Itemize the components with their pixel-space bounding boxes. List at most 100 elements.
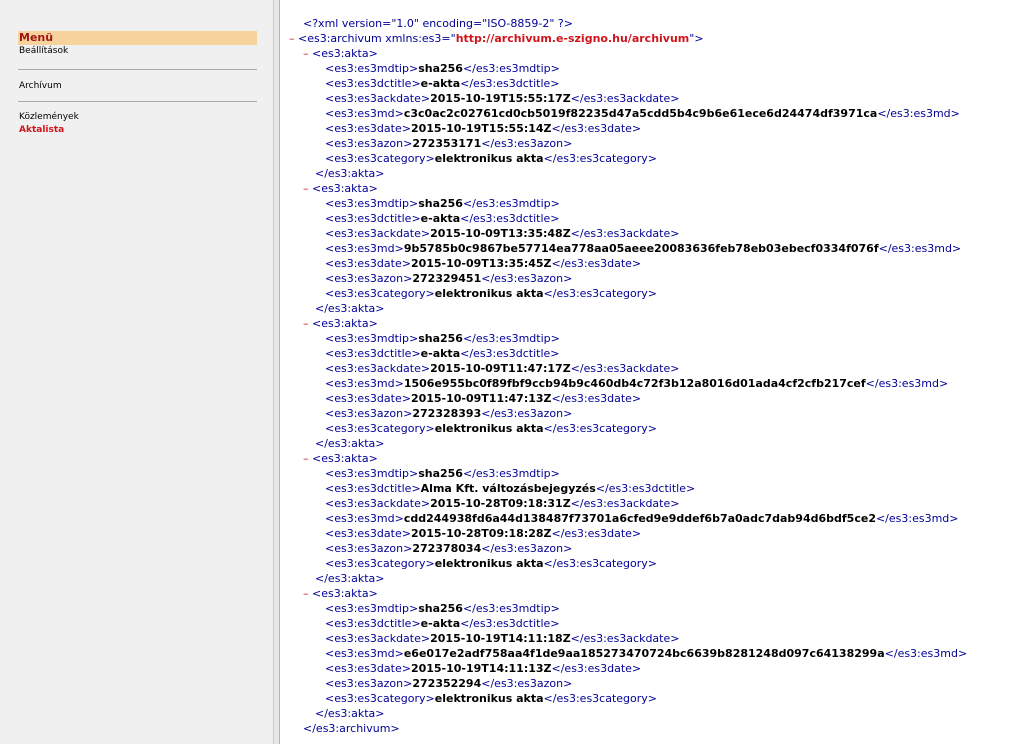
menu-divider bbox=[18, 101, 257, 102]
sidebar-menu: Menü Beállítások Archívum Közlemények Ak… bbox=[18, 31, 257, 137]
field-value-es3md: e6e017e2adf758aa4f1de9aa185273470724bc66… bbox=[403, 647, 885, 660]
field-open-tag: <es3:es3mdtip> bbox=[325, 332, 419, 345]
xml-field-es3dctitle: <es3:es3dctitle>e-akta</es3:es3dctitle> bbox=[281, 211, 1024, 226]
menu-item-beallitasok[interactable]: Beállítások bbox=[18, 45, 257, 58]
field-close-tag: </es3:es3azon> bbox=[481, 137, 573, 150]
menu-item-archivum[interactable]: Archívum bbox=[18, 80, 257, 93]
field-value-es3mdtip: sha256 bbox=[418, 62, 463, 75]
field-open-tag: <es3:es3category> bbox=[325, 557, 435, 570]
field-open-tag: <es3:es3md> bbox=[325, 107, 404, 120]
field-value-es3dctitle: e-akta bbox=[420, 212, 461, 225]
xml-field-es3date: <es3:es3date>2015-10-28T09:18:28Z</es3:e… bbox=[281, 526, 1024, 541]
xml-record-close: </es3:akta> bbox=[281, 706, 1024, 721]
field-close-tag: </es3:es3mdtip> bbox=[462, 197, 560, 210]
collapse-toggle[interactable]: – bbox=[303, 452, 312, 465]
field-close-tag: </es3:es3azon> bbox=[481, 677, 573, 690]
field-open-tag: <es3:es3date> bbox=[325, 527, 411, 540]
record-open-tag: <es3:akta> bbox=[312, 317, 378, 330]
record-close-tag: </es3:akta> bbox=[315, 572, 385, 585]
xml-field-es3mdtip: <es3:es3mdtip>sha256</es3:es3mdtip> bbox=[281, 61, 1024, 76]
field-close-tag: </es3:es3mdtip> bbox=[462, 62, 560, 75]
namespace-url: http://archivum.e-szigno.hu/archivum bbox=[455, 32, 690, 45]
field-open-tag: <es3:es3dctitle> bbox=[325, 617, 421, 630]
field-value-es3ackdate: 2015-10-09T13:35:48Z bbox=[430, 227, 571, 240]
xml-record-open: – <es3:akta> bbox=[281, 451, 1024, 466]
field-close-tag: </es3:es3date> bbox=[551, 527, 642, 540]
field-value-es3md: c3c0ac2c02761cd0cb5019f82235d47a5cdd5b4c… bbox=[403, 107, 878, 120]
xml-record-open: – <es3:akta> bbox=[281, 586, 1024, 601]
xml-field-es3category: <es3:es3category>elektronikus akta</es3:… bbox=[281, 286, 1024, 301]
collapse-toggle[interactable]: – bbox=[289, 32, 298, 45]
field-open-tag: <es3:es3md> bbox=[325, 377, 404, 390]
field-close-tag: </es3:es3azon> bbox=[481, 407, 573, 420]
field-open-tag: <es3:es3azon> bbox=[325, 137, 413, 150]
menu-item-kozlemenyek[interactable]: Közlemények bbox=[18, 111, 257, 124]
xml-field-es3azon: <es3:es3azon>272328393</es3:es3azon> bbox=[281, 406, 1024, 421]
field-value-es3category: elektronikus akta bbox=[434, 152, 544, 165]
field-value-es3date: 2015-10-28T09:18:28Z bbox=[410, 527, 552, 540]
field-value-es3azon: 272328393 bbox=[412, 407, 482, 420]
field-value-es3dctitle: e-akta bbox=[420, 347, 461, 360]
field-value-es3md: 1506e955bc0f89fbf9ccb94b9c460db4c72f3b12… bbox=[403, 377, 866, 390]
xml-field-es3ackdate: <es3:es3ackdate>2015-10-09T13:35:48Z</es… bbox=[281, 226, 1024, 241]
xml-declaration: <?xml version="1.0" encoding="ISO-8859-2… bbox=[281, 16, 1024, 31]
field-value-es3dctitle: e-akta bbox=[420, 617, 461, 630]
menu-group-2: Archívum bbox=[18, 80, 257, 93]
field-open-tag: <es3:es3category> bbox=[325, 287, 435, 300]
xml-field-es3mdtip: <es3:es3mdtip>sha256</es3:es3mdtip> bbox=[281, 601, 1024, 616]
xml-field-es3mdtip: <es3:es3mdtip>sha256</es3:es3mdtip> bbox=[281, 466, 1024, 481]
xml-field-es3date: <es3:es3date>2015-10-19T14:11:13Z</es3:e… bbox=[281, 661, 1024, 676]
field-open-tag: <es3:es3category> bbox=[325, 422, 435, 435]
collapse-toggle[interactable]: – bbox=[303, 587, 312, 600]
field-close-tag: </es3:es3ackdate> bbox=[570, 632, 680, 645]
sidebar: Menü Beállítások Archívum Közlemények Ak… bbox=[0, 0, 274, 744]
root-close-tag: </es3:archivum> bbox=[303, 722, 400, 735]
field-value-es3azon: 272329451 bbox=[412, 272, 482, 285]
field-open-tag: <es3:es3azon> bbox=[325, 272, 413, 285]
field-value-es3dctitle: e-akta bbox=[420, 77, 461, 90]
field-close-tag: </es3:es3md> bbox=[878, 242, 962, 255]
xml-field-es3category: <es3:es3category>elektronikus akta</es3:… bbox=[281, 151, 1024, 166]
xml-field-es3mdtip: <es3:es3mdtip>sha256</es3:es3mdtip> bbox=[281, 331, 1024, 346]
collapse-toggle[interactable]: – bbox=[303, 47, 312, 60]
field-value-es3mdtip: sha256 bbox=[418, 467, 463, 480]
field-open-tag: <es3:es3md> bbox=[325, 647, 404, 660]
field-value-es3category: elektronikus akta bbox=[434, 287, 544, 300]
xml-field-es3dctitle: <es3:es3dctitle>e-akta</es3:es3dctitle> bbox=[281, 616, 1024, 631]
xml-viewer: <?xml version="1.0" encoding="ISO-8859-2… bbox=[281, 0, 1024, 744]
frame-splitter[interactable] bbox=[274, 0, 280, 744]
field-open-tag: <es3:es3dctitle> bbox=[325, 212, 421, 225]
field-open-tag: <es3:es3category> bbox=[325, 152, 435, 165]
menu-item-aktalista[interactable]: Aktalista bbox=[18, 124, 257, 137]
xml-declaration-text: <?xml version="1.0" encoding="ISO-8859-2… bbox=[303, 17, 573, 30]
xml-field-es3azon: <es3:es3azon>272378034</es3:es3azon> bbox=[281, 541, 1024, 556]
field-open-tag: <es3:es3ackdate> bbox=[325, 632, 431, 645]
xml-field-es3dctitle: <es3:es3dctitle>e-akta</es3:es3dctitle> bbox=[281, 76, 1024, 91]
root-tag: <es3:archivum xmlns:es3=" bbox=[298, 32, 456, 45]
collapse-toggle[interactable]: – bbox=[303, 317, 312, 330]
xml-record-open: – <es3:akta> bbox=[281, 316, 1024, 331]
field-open-tag: <es3:es3azon> bbox=[325, 677, 413, 690]
field-close-tag: </es3:es3azon> bbox=[481, 542, 573, 555]
field-close-tag: </es3:es3dctitle> bbox=[595, 482, 696, 495]
field-value-es3mdtip: sha256 bbox=[418, 197, 463, 210]
field-close-tag: </es3:es3category> bbox=[543, 692, 658, 705]
field-close-tag: </es3:es3date> bbox=[551, 257, 642, 270]
collapse-toggle[interactable]: – bbox=[303, 182, 312, 195]
field-close-tag: </es3:es3category> bbox=[543, 557, 658, 570]
xml-field-es3md: <es3:es3md>c3c0ac2c02761cd0cb5019f82235d… bbox=[281, 106, 1024, 121]
field-close-tag: </es3:es3dctitle> bbox=[460, 347, 560, 360]
field-value-es3azon: 272353171 bbox=[412, 137, 482, 150]
xml-field-es3md: <es3:es3md>9b5785b0c9867be57714ea778aa05… bbox=[281, 241, 1024, 256]
record-close-tag: </es3:akta> bbox=[315, 302, 385, 315]
xml-field-es3ackdate: <es3:es3ackdate>2015-10-28T09:18:31Z</es… bbox=[281, 496, 1024, 511]
field-open-tag: <es3:es3date> bbox=[325, 392, 411, 405]
field-close-tag: </es3:es3date> bbox=[551, 662, 642, 675]
xml-field-es3md: <es3:es3md>e6e017e2adf758aa4f1de9aa18527… bbox=[281, 646, 1024, 661]
field-close-tag: </es3:es3md> bbox=[877, 107, 960, 120]
xml-field-es3md: <es3:es3md>1506e955bc0f89fbf9ccb94b9c460… bbox=[281, 376, 1024, 391]
xml-field-es3date: <es3:es3date>2015-10-09T13:35:45Z</es3:e… bbox=[281, 256, 1024, 271]
field-open-tag: <es3:es3date> bbox=[325, 662, 411, 675]
field-open-tag: <es3:es3dctitle> bbox=[325, 482, 421, 495]
xml-record-close: </es3:akta> bbox=[281, 166, 1024, 181]
